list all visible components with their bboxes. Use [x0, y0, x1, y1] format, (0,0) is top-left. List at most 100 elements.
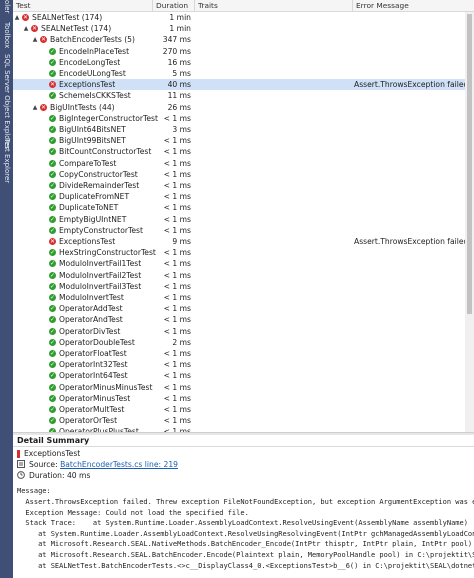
test-row[interactable]: ✓ EncodeULongTest 5 ms [13, 68, 465, 79]
detail-summary-title: Detail Summary [17, 436, 90, 445]
test-row[interactable]: ✓ EncodeLongTest 16 ms [13, 57, 465, 68]
test-name: ModuloInvertTest [59, 293, 124, 302]
test-duration: < 1 ms [163, 304, 191, 314]
pass-status-icon: ✓ [49, 170, 56, 178]
test-duration: 1 min [169, 13, 191, 22]
test-row[interactable]: ✓ EmptyConstructorTest < 1 ms [13, 225, 465, 236]
side-tab-test-explorer[interactable]: Test Explorer [0, 138, 13, 183]
fail-status-icon: ✕ [22, 14, 29, 21]
test-list-scrollbar[interactable] [465, 12, 474, 432]
column-duration[interactable]: Duration [153, 0, 195, 11]
test-duration: < 1 ms [163, 158, 191, 168]
test-row[interactable]: ✓ DuplicateFromNET < 1 ms [13, 191, 465, 202]
column-traits[interactable]: Traits [195, 0, 353, 11]
column-test[interactable]: Test [13, 0, 153, 11]
test-row[interactable]: ✓ ModuloInvertTest < 1 ms [13, 292, 465, 303]
test-row[interactable]: ✓ ModuloInvertFail3Test < 1 ms [13, 281, 465, 292]
scrollbar-thumb[interactable] [467, 14, 472, 314]
side-tab-explorer[interactable]: oler [0, 0, 13, 13]
test-name: ModuloInvertFail3Test [59, 281, 142, 291]
source-label: Source: [29, 460, 58, 469]
test-name: EncodeInPlaceTest [59, 46, 130, 56]
test-row[interactable]: ✕ ExceptionsTest 40 ms Assert.ThrowsExcepti… [13, 79, 465, 91]
test-row[interactable]: ✓ OperatorAndTest < 1 ms [13, 314, 465, 325]
test-row[interactable]: ✓ HexStringConstructorTest < 1 ms [13, 247, 465, 258]
pass-status-icon: ✓ [49, 260, 56, 268]
test-duration: 11 ms [167, 91, 191, 101]
test-row[interactable]: ✓ OperatorMinusTest < 1 ms [13, 393, 465, 404]
message-line: at SEALNetTest.BatchEncoderTests.<>c__Di… [17, 561, 474, 570]
test-row[interactable]: ✓ OperatorDoubleTest 2 ms [13, 337, 465, 348]
test-name: OperatorDoubleTest [59, 337, 135, 347]
test-row[interactable]: ▲ ✕ SEALNetTest (174) 1 min [13, 12, 465, 23]
test-duration: < 1 ms [163, 405, 191, 414]
test-row[interactable]: ✓ DuplicateToNET < 1 ms [13, 202, 465, 213]
test-row[interactable]: ✓ OperatorMinusMinusTest < 1 ms [13, 382, 465, 393]
column-error-message[interactable]: Error Message [353, 0, 474, 11]
test-row[interactable]: ✓ ModuloInvertFail1Test < 1 ms [13, 258, 465, 269]
test-error-message: Assert.ThrowsException failed. Th... [354, 237, 465, 246]
pass-status-icon: ✓ [49, 338, 56, 346]
test-duration: < 1 ms [163, 169, 191, 179]
test-duration: < 1 ms [163, 393, 191, 403]
expand-toggle-icon[interactable]: ▲ [22, 23, 30, 34]
test-row[interactable]: ✓ BitCountConstructorTest < 1 ms [13, 146, 465, 157]
pass-status-icon: ✓ [49, 249, 56, 257]
test-row[interactable]: ✓ EncodeInPlaceTest 270 ms [13, 46, 465, 57]
test-row[interactable]: ✓ SchemeIsCKKSTest 11 ms [13, 90, 465, 101]
test-row[interactable]: ✓ CompareToTest < 1 ms [13, 158, 465, 169]
message-line: at System.Runtime.Loader.AssemblyLoadCon… [17, 529, 474, 538]
test-error-message: Assert.ThrowsException failed. Th... [354, 80, 465, 90]
detail-duration-row: Duration: 40 ms [17, 470, 90, 481]
side-tab-toolbox[interactable]: Toolbox [0, 22, 13, 48]
expand-toggle-icon[interactable]: ▲ [31, 34, 39, 45]
source-link[interactable]: BatchEncoderTests.cs line: 219 [60, 460, 178, 469]
test-row[interactable]: ✓ OperatorMultTest < 1 ms [13, 404, 465, 415]
pass-status-icon: ✓ [49, 372, 56, 380]
test-row[interactable]: ✓ ModuloInvertFail2Test < 1 ms [13, 270, 465, 281]
source-icon [17, 459, 25, 471]
test-duration: < 1 ms [163, 270, 191, 280]
test-row[interactable]: ✓ EmptyBigUIntNET < 1 ms [13, 214, 465, 225]
detail-summary-panel: Detail Summary ExceptionsTest Source: Ba… [13, 435, 474, 578]
test-row[interactable]: ✓ BigUInt64BitsNET 3 ms [13, 124, 465, 135]
test-name: BitCountConstructorTest [59, 147, 152, 157]
test-name: CopyConstructorTest [59, 169, 138, 179]
test-row[interactable]: ▲ ✕ BigUIntTests (44) 26 ms [13, 102, 465, 113]
test-row[interactable]: ✓ OperatorInt64Test < 1 ms [13, 370, 465, 381]
pass-status-icon: ✓ [49, 126, 56, 133]
pass-status-icon: ✓ [49, 159, 56, 167]
side-tab-sql-server-object-explorer[interactable]: SQL Server Object Explorer [0, 54, 13, 149]
expand-toggle-icon[interactable]: ▲ [31, 102, 39, 113]
test-name: DuplicateFromNET [59, 192, 130, 202]
test-name: EmptyConstructorTest [59, 225, 143, 235]
test-row[interactable]: ✓ OperatorDivTest < 1 ms [13, 326, 465, 337]
test-row[interactable]: ✓ DivideRemainderTest < 1 ms [13, 180, 465, 191]
test-duration: < 1 ms [163, 360, 191, 370]
test-row[interactable]: ✕ ExceptionsTest 9 ms Assert.ThrowsExceptio… [13, 236, 465, 247]
pass-status-icon: ✓ [49, 204, 56, 212]
test-row[interactable]: ✓ BigUInt99BitsNET < 1 ms [13, 135, 465, 146]
test-duration: < 1 ms [163, 416, 191, 426]
pass-status-icon: ✓ [49, 383, 56, 391]
test-row[interactable]: ✓ CopyConstructorTest < 1 ms [13, 169, 465, 180]
test-duration: < 1 ms [163, 136, 191, 146]
test-row[interactable]: ✓ OperatorOrTest < 1 ms [13, 415, 465, 426]
test-row[interactable]: ▲ ✕ BatchEncoderTests (5) 347 ms [13, 34, 465, 45]
test-name: EmptyBigUIntNET [59, 214, 127, 224]
fail-status-icon: ✕ [49, 238, 56, 245]
test-row[interactable]: ✓ BigIntegerConstructorTest < 1 ms [13, 113, 465, 124]
test-name: CompareToTest [59, 158, 117, 168]
pass-status-icon: ✓ [49, 394, 56, 402]
test-row[interactable]: ▲ ✕ SEALNetTest (174) 1 min [13, 23, 465, 34]
test-row[interactable]: ✓ OperatorFloatTest < 1 ms [13, 348, 465, 359]
clock-icon [17, 470, 25, 482]
test-name: OperatorAndTest [59, 315, 123, 325]
test-duration: < 1 ms [163, 225, 191, 235]
test-row[interactable]: ✓ OperatorAddTest < 1 ms [13, 303, 465, 314]
test-duration: < 1 ms [163, 315, 191, 325]
test-row[interactable]: ✓ OperatorInt32Test < 1 ms [13, 359, 465, 370]
expand-toggle-icon[interactable]: ▲ [13, 12, 21, 23]
message-line: Assert.ThrowsException failed. Threw exc… [17, 498, 474, 506]
pass-status-icon: ✓ [49, 70, 56, 77]
